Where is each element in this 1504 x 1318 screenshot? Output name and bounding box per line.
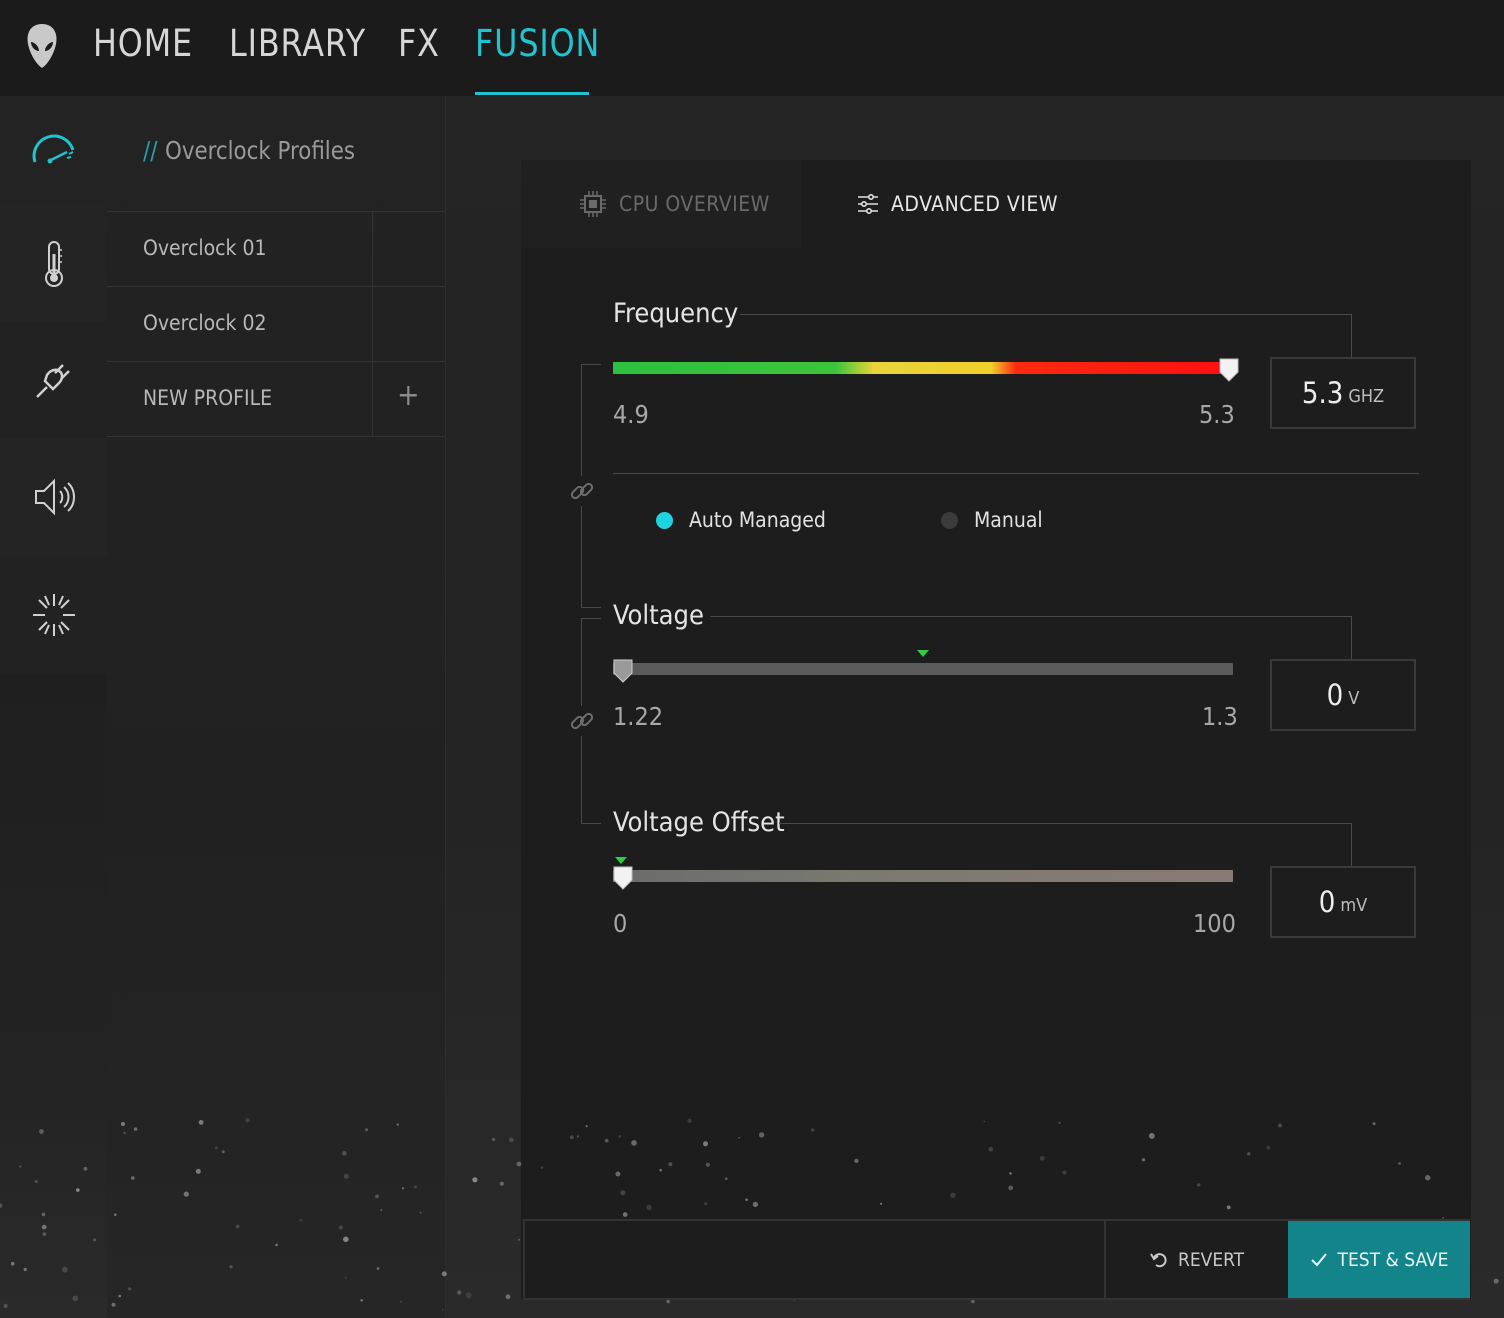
profiles-heading-prefix: // [143, 136, 158, 165]
voltage-value-box[interactable]: 0 V [1270, 659, 1416, 731]
frequency-unit: GHZ [1348, 385, 1385, 407]
undo-icon [1150, 1251, 1168, 1269]
nav-home[interactable]: HOME [93, 22, 193, 65]
cpu-chip-icon [579, 190, 607, 218]
top-nav: HOME LIBRARY FX FUSION [0, 0, 1504, 96]
voltage-value: 0 [1326, 678, 1344, 712]
revert-label: REVERT [1177, 1248, 1245, 1271]
voltage-offset-slider-thumb[interactable] [613, 866, 633, 890]
profile-item-divider [372, 362, 373, 436]
frequency-value: 5.3 [1301, 376, 1344, 410]
tab-cpu-overview[interactable]: CPU OVERVIEW [521, 160, 801, 248]
alien-logo-icon[interactable] [24, 22, 60, 70]
frequency-title-rule [740, 314, 1352, 315]
voltage-offset-track[interactable] [613, 870, 1233, 882]
profile-item-overclock-02[interactable]: Overclock 02 [107, 286, 445, 361]
frequency-slider-thumb[interactable] [1219, 358, 1239, 382]
profile-item-divider [372, 212, 373, 286]
voltage-offset-title: Voltage Offset [613, 807, 785, 838]
radio-auto-managed[interactable]: Auto Managed [656, 508, 826, 532]
thermometer-icon [44, 241, 63, 287]
radio-manual[interactable]: Manual [941, 508, 1043, 532]
rail-lighting[interactable] [0, 556, 107, 674]
link-bracket-bottom [581, 823, 601, 824]
voltage-min: 1.22 [613, 702, 664, 731]
voltage-unit: V [1348, 687, 1360, 709]
revert-button[interactable]: REVERT [1106, 1221, 1288, 1298]
profile-item-overclock-01[interactable]: Overclock 01 [107, 211, 445, 286]
rail-performance[interactable] [0, 96, 107, 206]
link-bracket-line [581, 506, 582, 608]
voltage-offset-value-box[interactable]: 0 mV [1270, 866, 1416, 938]
link-bracket-line [581, 618, 582, 706]
speaker-icon [34, 478, 75, 516]
frequency-connector [1351, 314, 1352, 358]
frequency-value-box[interactable]: 5.3 GHZ [1270, 357, 1416, 429]
speedometer-icon [32, 134, 74, 164]
voltage-track[interactable] [613, 663, 1233, 675]
nav-fusion[interactable]: FUSION [475, 22, 600, 65]
radio-dot-unselected [941, 511, 958, 529]
sliders-icon [857, 194, 879, 214]
voltage-max: 1.3 [1202, 702, 1238, 731]
link-icon[interactable] [569, 708, 595, 734]
frequency-max: 5.3 [1199, 400, 1235, 429]
add-profile-icon[interactable]: + [397, 378, 420, 413]
voltage-offset-connector [1351, 823, 1352, 867]
power-plug-icon [35, 364, 70, 398]
profiles-heading-text: Overclock Profiles [165, 136, 356, 165]
rail-power[interactable] [0, 322, 107, 438]
voltage-offset-value: 0 [1318, 885, 1336, 919]
radio-manual-label: Manual [974, 508, 1043, 532]
voltage-offset-title-rule [779, 823, 1352, 824]
rail-audio[interactable] [0, 438, 107, 556]
nav-fx[interactable]: FX [398, 22, 440, 65]
link-bracket-line [581, 736, 582, 824]
link-bracket-line [581, 364, 582, 476]
profile-item-divider [372, 287, 373, 361]
voltage-slider-thumb[interactable] [613, 659, 633, 683]
profile-item-label: Overclock 02 [143, 311, 267, 335]
nav-library[interactable]: LIBRARY [229, 22, 366, 65]
rail-thermal[interactable] [0, 206, 107, 322]
light-burst-icon [32, 594, 75, 636]
new-profile-row[interactable]: NEW PROFILE + [107, 361, 445, 437]
frequency-title: Frequency [613, 298, 739, 329]
link-bracket-top [581, 618, 601, 619]
link-bracket-bottom [581, 607, 601, 608]
radio-auto-managed-label: Auto Managed [689, 508, 826, 532]
new-profile-label: NEW PROFILE [143, 386, 273, 410]
test-and-save-label: TEST & SAVE [1337, 1248, 1449, 1271]
frequency-track[interactable] [613, 362, 1233, 374]
profile-item-label: Overclock 01 [143, 236, 267, 260]
tab-advanced-view[interactable]: ADVANCED VIEW [801, 160, 1471, 248]
radio-dot-selected [656, 511, 673, 529]
rail-background [0, 674, 107, 1318]
voltage-title-rule [710, 616, 1352, 617]
frequency-min: 4.9 [613, 400, 649, 429]
test-and-save-button[interactable]: TEST & SAVE [1288, 1221, 1470, 1298]
voltage-title: Voltage [613, 600, 704, 631]
tab-cpu-overview-label: CPU OVERVIEW [619, 192, 770, 216]
voltage-default-marker [917, 650, 929, 657]
profiles-panel: //Overclock Profiles Overclock 01 Overcl… [107, 96, 451, 1318]
checkmark-icon [1310, 1252, 1328, 1268]
voltage-connector [1351, 616, 1352, 660]
link-icon[interactable] [569, 478, 595, 504]
profiles-heading: //Overclock Profiles [143, 136, 355, 165]
voltage-offset-min: 0 [613, 909, 628, 938]
nav-active-underline [475, 92, 589, 95]
side-rail [0, 96, 107, 1318]
voltage-offset-unit: mV [1340, 894, 1368, 916]
link-bracket-top [581, 364, 601, 365]
frequency-divider [613, 473, 1419, 474]
voltage-offset-default-marker [615, 857, 627, 864]
voltage-offset-max: 100 [1193, 909, 1236, 938]
tab-advanced-view-label: ADVANCED VIEW [891, 192, 1059, 216]
action-bar: REVERT TEST & SAVE [523, 1219, 1470, 1300]
